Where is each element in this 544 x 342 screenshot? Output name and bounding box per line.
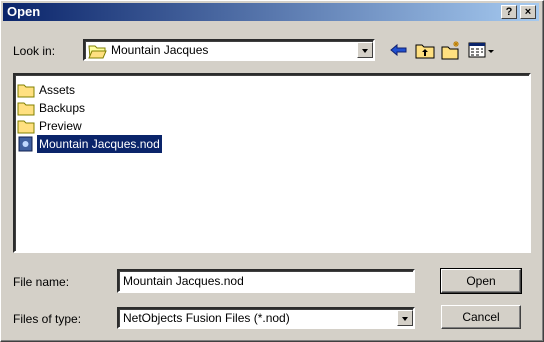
list-item-label: Preview <box>39 119 82 133</box>
filename-input[interactable]: Mountain Jacques.nod <box>117 269 415 293</box>
lookin-dropdown-button[interactable] <box>357 42 373 58</box>
list-item-label: Assets <box>39 83 76 97</box>
title-bar[interactable]: Open ? × <box>3 3 539 21</box>
new-folder-icon <box>441 41 459 60</box>
open-dialog: Open ? × Look in: Mountain Jacques Asset… <box>0 0 544 342</box>
open-folder-icon <box>88 45 107 59</box>
filetype-value: NetObjects Fusion Files (*.nod) <box>123 311 290 325</box>
back-arrow-icon <box>390 43 407 57</box>
view-menu-button[interactable] <box>467 39 497 61</box>
document-icon <box>18 136 33 152</box>
list-item-label: Backups <box>39 101 86 115</box>
up-one-level-button[interactable] <box>414 39 436 61</box>
lookin-label: Look in: <box>13 44 56 58</box>
folder-icon <box>17 120 35 134</box>
filetype-dropdown[interactable]: NetObjects Fusion Files (*.nod) <box>117 307 415 329</box>
up-folder-icon <box>415 44 435 59</box>
folder-icon <box>17 84 35 98</box>
folder-icon <box>17 102 35 116</box>
filename-label: File name: <box>13 275 70 289</box>
help-button[interactable]: ? <box>501 5 517 19</box>
list-item-label: Mountain Jacques.nod <box>37 135 162 153</box>
file-list[interactable]: Assets Backups Preview Mountain Jacques.… <box>13 73 531 253</box>
filetype-label: Files of type: <box>13 312 82 326</box>
close-button[interactable]: × <box>520 5 536 19</box>
filename-value: Mountain Jacques.nod <box>123 274 244 288</box>
filetype-dropdown-button[interactable] <box>397 310 413 326</box>
lookin-value: Mountain Jacques <box>111 43 209 57</box>
back-button[interactable] <box>388 39 410 61</box>
window-title: Open <box>7 4 41 19</box>
open-button[interactable]: Open <box>440 268 522 294</box>
cancel-button[interactable]: Cancel <box>441 305 521 329</box>
new-folder-button[interactable] <box>440 39 462 61</box>
view-menu-icon <box>468 42 494 58</box>
lookin-dropdown[interactable]: Mountain Jacques <box>83 39 375 61</box>
